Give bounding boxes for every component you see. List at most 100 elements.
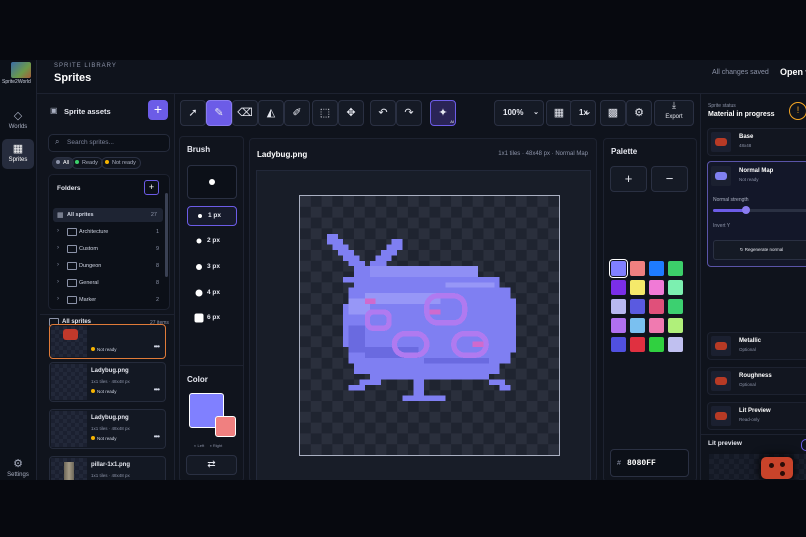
lit-preview-title: Lit preview: [708, 440, 742, 447]
palette-swatch[interactable]: [668, 318, 683, 333]
asset-card[interactable]: pillar-1x1.png 1x1 tiles · 48x48 px: [49, 456, 166, 480]
palette-swatch[interactable]: [649, 318, 664, 333]
gear-icon: ⚙: [13, 458, 23, 470]
palette-swatch[interactable]: [630, 299, 645, 314]
palette-swatch[interactable]: [668, 261, 683, 276]
mouse-icon: ◑: [209, 443, 212, 448]
rail-item-worlds[interactable]: ◇ Worlds: [2, 106, 34, 136]
more-options-button[interactable]: •••: [154, 342, 160, 351]
palette-swatch[interactable]: [668, 299, 683, 314]
swap-colors-button[interactable]: ⇄: [186, 455, 237, 475]
asset-card[interactable]: Ladybug.png 1x1 tiles · 48x48 px Not rea…: [49, 362, 166, 402]
slider-knob[interactable]: [742, 206, 751, 214]
asset-thumbnail: [51, 326, 87, 357]
info-icon[interactable]: [801, 439, 806, 451]
map-card-metallic[interactable]: Metallic Optional: [707, 332, 806, 360]
normal-strength-slider[interactable]: [713, 206, 806, 214]
tile-view-button[interactable]: ▩: [600, 100, 626, 126]
add-color-button[interactable]: +: [610, 166, 647, 192]
brush-size-4[interactable]: 4 px: [187, 284, 235, 302]
palette-swatch[interactable]: [630, 337, 645, 352]
palette-swatch[interactable]: [611, 280, 626, 295]
app-logo[interactable]: Sprite2World: [2, 62, 34, 86]
grid-toggle-button[interactable]: ▦: [546, 100, 572, 126]
folder-marker[interactable]: › Marker 2: [49, 293, 159, 307]
rail-item-settings[interactable]: ⚙ Settings: [2, 456, 34, 478]
left-label: Left: [197, 443, 205, 448]
map-card-lit-preview[interactable]: Lit Preview Read-only: [707, 402, 806, 430]
map-thumbnail: [711, 406, 731, 426]
palette-swatch[interactable]: [668, 280, 683, 295]
eraser-tool-button[interactable]: ⌫: [232, 100, 258, 126]
palette-swatch[interactable]: [630, 318, 645, 333]
palette-swatch[interactable]: [611, 318, 626, 333]
asset-card[interactable]: Ladybug.png 1x1 tiles · 48x48 px Not rea…: [49, 409, 166, 449]
folder-general[interactable]: › General 8: [49, 276, 159, 290]
palette-swatch[interactable]: [649, 280, 664, 295]
folder-dungeon[interactable]: › Dungeon 8: [49, 259, 159, 273]
filter-chip-ready[interactable]: Ready: [71, 157, 103, 169]
open-world-button[interactable]: Open w: [780, 67, 806, 77]
more-options-button[interactable]: •••: [154, 432, 160, 441]
palette-swatch[interactable]: [630, 280, 645, 295]
brush-size-6[interactable]: 6 px: [187, 309, 235, 327]
size-label: 6 px: [207, 314, 221, 321]
sidebar-toggle-icon[interactable]: ▣: [50, 106, 58, 115]
settings-button[interactable]: ⚙: [626, 100, 652, 126]
undo-button[interactable]: ↶: [370, 100, 396, 126]
folder-count: 27: [150, 212, 157, 218]
map-name: Roughness: [739, 373, 772, 379]
pixel-canvas[interactable]: [299, 195, 560, 456]
pencil-tool-button[interactable]: ✎: [206, 100, 232, 126]
folder-icon: [67, 245, 77, 253]
filter-chip-not-ready[interactable]: Not ready: [101, 157, 141, 169]
palette-swatch[interactable]: [611, 299, 626, 314]
palette-swatch[interactable]: [649, 337, 664, 352]
palette-swatch[interactable]: [630, 261, 645, 276]
export-button[interactable]: ⤓ Export: [654, 100, 694, 126]
letterbox-top: [0, 0, 806, 60]
regenerate-normal-button[interactable]: ↻ Regenerate normal: [713, 240, 806, 260]
secondary-color-swatch[interactable]: [215, 416, 236, 437]
folder-custom[interactable]: › Custom 9: [49, 242, 159, 256]
scale-select[interactable]: 1x ⌄: [570, 100, 596, 126]
brush-size-1[interactable]: 1 px: [187, 206, 237, 226]
add-asset-button[interactable]: +: [148, 100, 168, 120]
zoom-select[interactable]: 100% ⌄: [494, 100, 544, 126]
logo-text: Sprite2World: [2, 79, 31, 85]
grid-icon: ▦: [12, 143, 24, 155]
folder-all-sprites[interactable]: ▦ All sprites 27: [53, 208, 163, 222]
map-card-roughness[interactable]: Roughness Optional: [707, 367, 806, 395]
map-card-normal[interactable]: Normal Map Not ready Normal strength Inv…: [707, 161, 806, 267]
ai-generate-button[interactable]: ✦ AI: [430, 100, 456, 126]
eyedropper-tool-button[interactable]: ✐: [284, 100, 310, 126]
more-options-button[interactable]: •••: [154, 385, 160, 394]
palette-swatch[interactable]: [649, 299, 664, 314]
normal-strength-label: Normal strength: [713, 197, 749, 203]
asset-card[interactable]: Not ready •••: [49, 324, 166, 359]
divider: [701, 434, 806, 435]
palette-swatch[interactable]: [668, 337, 683, 352]
remove-color-button[interactable]: −: [651, 166, 688, 192]
add-folder-button[interactable]: +: [144, 180, 159, 195]
palette-swatch[interactable]: [649, 261, 664, 276]
folders-title: Folders: [57, 185, 81, 192]
folder-icon: [67, 296, 77, 304]
folder-architecture[interactable]: › Architecture 1: [49, 225, 159, 239]
palette-swatch[interactable]: [611, 337, 626, 352]
redo-button[interactable]: ↷: [396, 100, 422, 126]
palette-panel: Palette + − # 8080FF: [603, 138, 697, 480]
folders-scrollbar[interactable]: [165, 193, 168, 277]
rail-item-sprites[interactable]: ▦ Sprites: [2, 139, 34, 169]
swap-icon: ⇄: [207, 459, 216, 470]
search-input[interactable]: ⌕ Search sprites...: [48, 134, 170, 152]
select-tool-button[interactable]: ➚: [180, 100, 206, 126]
move-tool-button[interactable]: ✥: [338, 100, 364, 126]
fill-tool-button[interactable]: ◭: [258, 100, 284, 126]
hex-input[interactable]: # 8080FF: [610, 449, 689, 477]
map-card-base[interactable]: Base 48x48: [707, 128, 806, 156]
brush-size-3[interactable]: 3 px: [187, 258, 235, 276]
brush-size-2[interactable]: 2 px: [187, 232, 235, 250]
marquee-tool-button[interactable]: ⬚: [312, 100, 338, 126]
palette-swatch[interactable]: [609, 259, 628, 278]
